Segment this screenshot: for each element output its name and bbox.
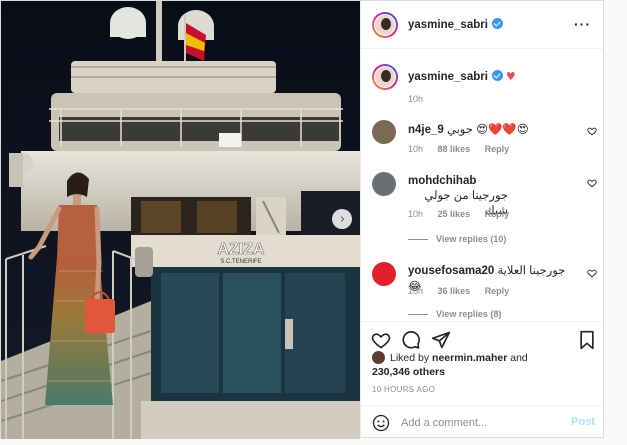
screenshot-frame: AZIZA S.C.TENERIFE › yasmine_sabri ··· y…	[0, 0, 627, 445]
likes-count[interactable]: 230,346 others	[372, 366, 445, 378]
liked-by-summary: Liked by neermin.maher and 230,346 other…	[372, 351, 597, 379]
liked-by-and: and	[510, 352, 528, 364]
post-photo[interactable]: AZIZA S.C.TENERIFE ›	[1, 1, 360, 439]
comment-username[interactable]: n4je_9	[408, 124, 444, 136]
post-header: yasmine_sabri ···	[361, 1, 605, 49]
caption-author-avatar[interactable]	[372, 64, 398, 90]
caption-time[interactable]: 10h	[408, 94, 423, 104]
add-comment-bar: Post	[361, 405, 605, 439]
send-icon[interactable]	[431, 330, 451, 350]
comment-time[interactable]: 10h	[408, 286, 423, 296]
comments-list[interactable]: yasmine_sabri ♥ 10h n4je_9 جوبي 😍❤️❤️😍 10…	[361, 50, 605, 321]
comment-like-heart-icon[interactable]	[587, 268, 597, 278]
verified-badge-icon	[491, 18, 503, 29]
comment-emojis: 😍❤️❤️😍	[476, 122, 529, 136]
heart-icon[interactable]	[371, 330, 391, 350]
verified-badge-icon	[491, 70, 503, 81]
reply-button[interactable]: Reply	[485, 144, 510, 154]
comment-username[interactable]: mohdchihab	[408, 175, 476, 187]
post-comment-button[interactable]: Post	[571, 416, 595, 428]
post-details-panel: yasmine_sabri ··· yasmine_sabri ♥ 10h n4j…	[360, 1, 605, 439]
commenter-avatar[interactable]	[372, 172, 396, 196]
yacht-name-text: AZIZA	[217, 241, 265, 258]
chevron-right-icon: ›	[339, 211, 346, 227]
comment-like-heart-icon[interactable]	[587, 178, 597, 188]
comment-likes[interactable]: 25 likes	[438, 209, 471, 219]
comment-meta: 10h 25 likes Reply	[408, 209, 521, 219]
bookmark-icon[interactable]	[577, 330, 597, 350]
more-options-icon[interactable]: ···	[574, 16, 591, 32]
commenter-avatar[interactable]	[372, 262, 396, 286]
liker-avatar[interactable]	[372, 351, 385, 364]
reply-button[interactable]: Reply	[485, 209, 510, 219]
author-avatar[interactable]	[372, 11, 398, 38]
yacht-photo-illustration: AZIZA S.C.TENERIFE	[1, 1, 360, 439]
comment-meta: 10h 36 likes Reply	[408, 286, 521, 296]
comment-meta: 10h 88 likes Reply	[408, 144, 521, 154]
liked-by-prefix: Liked by	[390, 352, 430, 364]
post-timestamp[interactable]: 10 HOURS AGO	[372, 385, 435, 394]
view-replies-button[interactable]: View replies (10)	[408, 234, 506, 244]
author-username-text[interactable]: yasmine_sabri	[408, 19, 488, 31]
liked-by-user[interactable]: neermin.maher	[432, 352, 507, 364]
post-card: AZIZA S.C.TENERIFE › yasmine_sabri ··· y…	[0, 0, 605, 439]
yacht-port-text: S.C.TENERIFE	[220, 259, 261, 265]
reply-button[interactable]: Reply	[485, 286, 510, 296]
next-photo-button[interactable]: ›	[332, 209, 352, 229]
author-username[interactable]: yasmine_sabri	[408, 18, 503, 31]
comment-username[interactable]: yousefosama20	[408, 265, 494, 277]
comment-time[interactable]: 10h	[408, 144, 423, 154]
comment-likes[interactable]: 88 likes	[438, 144, 471, 154]
comment-icon[interactable]	[401, 330, 421, 350]
commenter-avatar[interactable]	[372, 120, 396, 144]
caption-line: yasmine_sabri ♥	[408, 70, 516, 83]
comment-body: n4je_9 جوبي 😍❤️❤️😍	[408, 122, 578, 138]
emoji-smile-icon[interactable]	[372, 414, 390, 432]
comment-like-heart-icon[interactable]	[587, 126, 597, 136]
comment-text: جوبي	[447, 124, 473, 136]
add-comment-input[interactable]	[401, 415, 561, 431]
comment-likes[interactable]: 36 likes	[438, 286, 471, 296]
comment-time[interactable]: 10h	[408, 209, 423, 219]
view-replies-button[interactable]: View replies (8)	[408, 309, 501, 319]
comment-text: جورجينا العلاية	[497, 265, 566, 277]
caption-username[interactable]: yasmine_sabri	[408, 71, 488, 83]
red-heart-emoji-icon: ♥	[505, 70, 516, 83]
